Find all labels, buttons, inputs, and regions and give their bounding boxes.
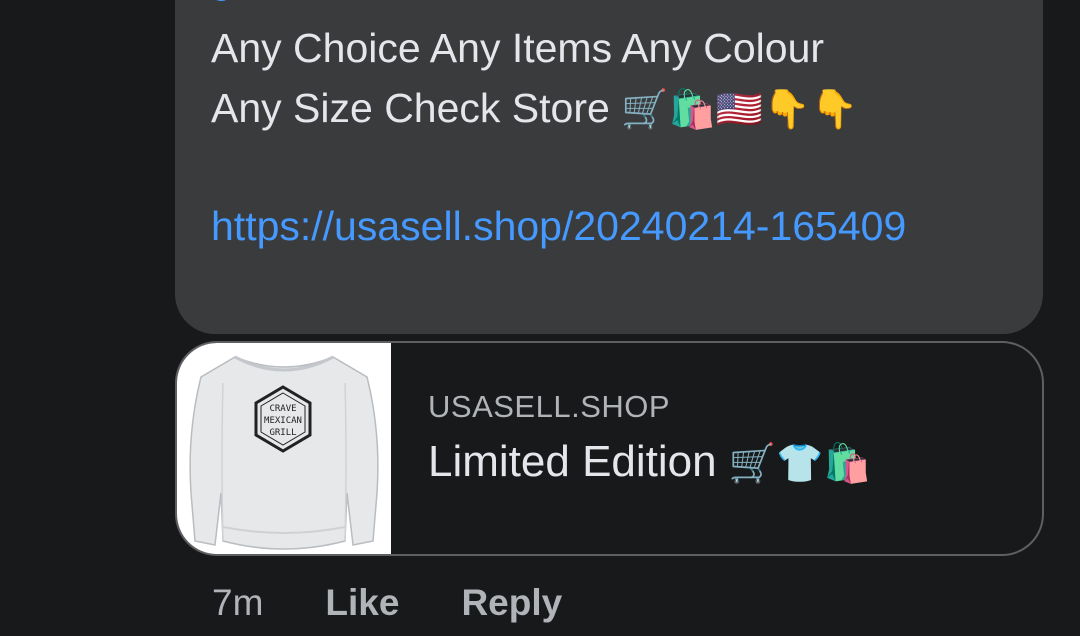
comment-bubble: g Any Choice Any Items Any Colour Any Si… (175, 0, 1043, 334)
store-link[interactable]: https://usasell.shop/20240214-165409 (211, 196, 911, 256)
logo-text-3: GRILL (269, 428, 296, 438)
comment-actions: 7m Like Reply (212, 578, 624, 628)
comment-line-2: Any Size Check Store 🛒🛍️🇺🇸👇👇 (211, 78, 1011, 139)
comment-timestamp[interactable]: 7m (212, 582, 263, 624)
preview-title-text: Limited Edition (428, 437, 717, 486)
logo-text-1: CRAVE (269, 404, 296, 414)
preview-domain: USASELL.SHOP (428, 389, 671, 424)
comment-emoji: 🛒🛍️🇺🇸👇👇 (621, 87, 858, 131)
like-button[interactable]: Like (325, 582, 399, 624)
sweatshirt-image: CRAVE MEXICAN GRILL (189, 355, 379, 550)
comment-line-2-text: Any Size Check Store (211, 85, 610, 131)
commenter-name-cut-off[interactable]: g (211, 0, 232, 2)
preview-title-emoji: 🛒👕🛍️ (728, 441, 871, 485)
preview-title: Limited Edition 🛒👕🛍️ (428, 437, 871, 487)
link-preview-card[interactable]: CRAVE MEXICAN GRILL USASELL.SHOP Limited… (175, 341, 1044, 556)
reply-button[interactable]: Reply (461, 582, 562, 624)
logo-text-2: MEXICAN (264, 416, 302, 426)
comment-text: Any Choice Any Items Any Colour Any Size… (211, 18, 1011, 139)
comment-line-1: Any Choice Any Items Any Colour (211, 25, 825, 71)
product-thumbnail: CRAVE MEXICAN GRILL (177, 343, 391, 554)
